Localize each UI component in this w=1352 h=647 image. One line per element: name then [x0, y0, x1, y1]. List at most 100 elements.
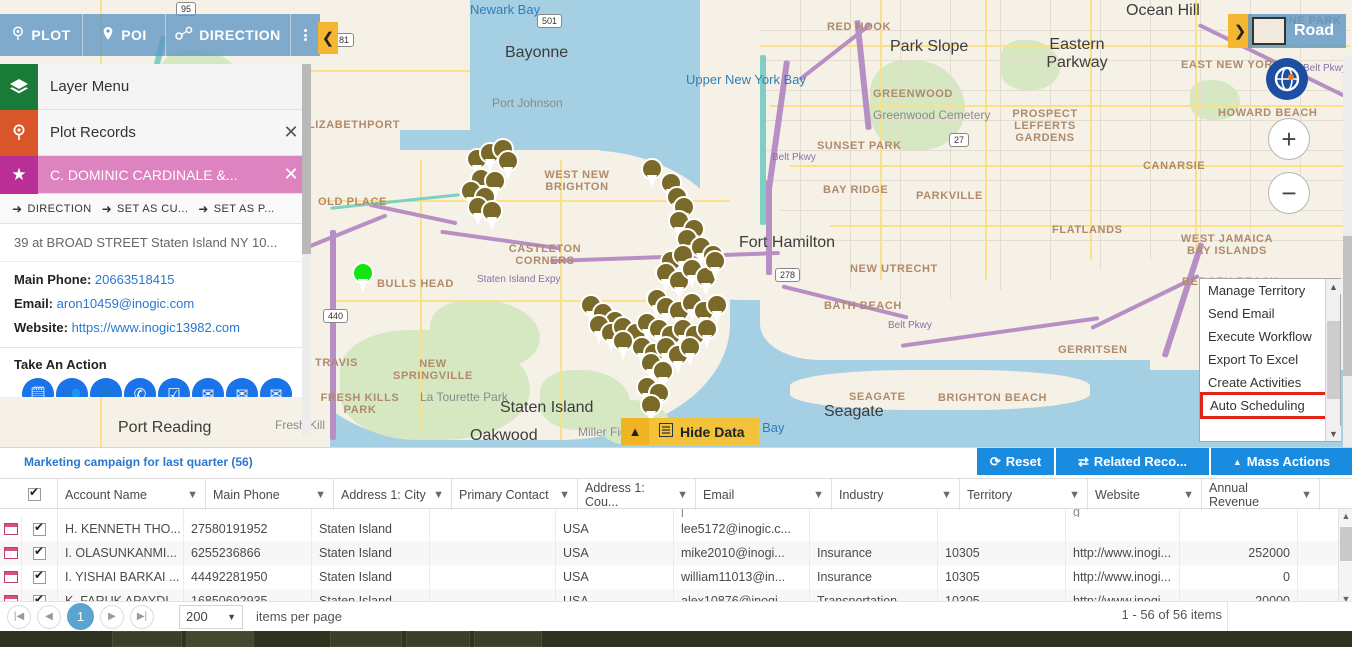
filter-icon[interactable]: ▼	[677, 489, 688, 501]
map-marker-pin[interactable]	[481, 200, 503, 230]
toolbar-poi-label: POI	[121, 27, 147, 43]
filter-icon[interactable]: ▼	[1069, 489, 1080, 501]
record-icon[interactable]	[0, 517, 22, 541]
mass-actions-button[interactable]: ▲ Mass Actions	[1210, 448, 1352, 475]
table-row[interactable]: I. OLASUNKANMI... 6255236866 Staten Island…	[0, 541, 1352, 565]
column-header[interactable]: Account Name ▼	[58, 479, 206, 510]
data-grid: Marketing campaign for last quarter (56)…	[0, 447, 1352, 627]
column-header[interactable]: Address 1: City ▼	[334, 479, 452, 510]
table-row[interactable]: H. KENNETH THO... 27580191952 Staten Islan…	[0, 517, 1352, 541]
next-page-button[interactable]: ▶	[100, 604, 124, 629]
context-menu-item[interactable]: Create Activities	[1200, 371, 1340, 394]
note-icon[interactable]: 🗒	[22, 378, 54, 397]
email-icon[interactable]: ✉	[226, 378, 258, 397]
row-checkbox-cell[interactable]	[22, 541, 58, 565]
phone-call-icon[interactable]: ✆	[124, 378, 156, 397]
action-direction[interactable]: ➜ DIRECTION	[12, 202, 92, 216]
column-header[interactable]: Address 1: Cou... ▼	[578, 479, 696, 510]
row-checkbox[interactable]	[33, 520, 46, 536]
row-checkbox[interactable]	[33, 544, 46, 560]
column-header[interactable]: Annual Revenue ▼	[1202, 479, 1320, 510]
filter-icon[interactable]: ▼	[941, 489, 952, 501]
map-scroll-thumb[interactable]	[1343, 236, 1352, 376]
context-menu-item[interactable]: Execute Workflow	[1200, 325, 1340, 348]
plot-records-row[interactable]: Plot Records ✕	[0, 109, 311, 156]
grid-scroll-up-icon[interactable]: ▲	[1339, 509, 1352, 522]
map-marker-pin[interactable]	[612, 330, 634, 360]
website-value[interactable]: https://www.inogic13982.com	[72, 320, 240, 335]
context-menu-item[interactable]: Export To Excel	[1200, 348, 1340, 371]
left-panel-scroll-thumb[interactable]	[302, 64, 311, 254]
filter-icon[interactable]: ▼	[559, 489, 570, 501]
filter-icon[interactable]: ▼	[315, 489, 326, 501]
record-icon[interactable]	[0, 565, 22, 589]
layer-menu-row[interactable]: Layer Menu	[0, 63, 311, 110]
triangle-up-icon[interactable]: ▲	[1326, 279, 1341, 294]
toolbar-poi-button[interactable]: POI	[83, 14, 166, 56]
row-checkbox[interactable]	[33, 568, 46, 584]
email-icon[interactable]: ✉	[192, 378, 224, 397]
record-icon[interactable]	[0, 541, 22, 565]
column-header[interactable]: Main Phone ▼	[206, 479, 334, 510]
context-menu-item[interactable]: Send Email	[1200, 302, 1340, 325]
selected-marker-pin[interactable]	[352, 262, 374, 292]
page-size-select[interactable]: 200 ▼	[179, 604, 243, 629]
map-marker-pin[interactable]	[704, 250, 726, 280]
column-header[interactable]: Website ▼	[1088, 479, 1202, 510]
filter-icon[interactable]: ▼	[813, 489, 824, 501]
row-checkbox-cell[interactable]	[22, 565, 58, 589]
context-menu-item[interactable]: Auto Scheduling	[1200, 392, 1340, 419]
column-header[interactable]: Primary Contact ▼	[452, 479, 578, 510]
record-action-strip: ➜ DIRECTION ➜ SET AS CU... ➜ SET AS P...	[0, 194, 311, 224]
appointment-icon[interactable]: 👥	[56, 378, 88, 397]
collapse-panel-button[interactable]: ❮	[318, 22, 338, 54]
column-header-label: Main Phone	[213, 487, 280, 502]
view-name-label[interactable]: Marketing campaign for last quarter (56)	[24, 455, 253, 469]
triangle-down-icon[interactable]: ▼	[1326, 426, 1341, 441]
take-an-action-icon-row[interactable]: 🗒 👥 👤 ✆ ☑ ✉ ✉ ✉	[14, 372, 297, 397]
action-set-as-customer[interactable]: ➜ SET AS CU...	[102, 202, 189, 216]
email-value[interactable]: aron10459@inogic.com	[57, 296, 195, 311]
column-header[interactable]: Industry ▼	[832, 479, 960, 510]
filter-icon[interactable]: ▼	[1301, 489, 1312, 501]
context-menu-item[interactable]: Manage Territory	[1200, 279, 1340, 302]
reset-button[interactable]: ⟳ Reset	[976, 448, 1054, 475]
map-type-switch[interactable]: Road	[1248, 14, 1346, 48]
filter-icon[interactable]: ▼	[1183, 489, 1194, 501]
account-header-row[interactable]: ★ C. DOMINIC CARDINALE &... ✕	[0, 155, 311, 194]
grid-vertical-scrollbar[interactable]: ▲ ▼	[1338, 509, 1352, 605]
page-number-button[interactable]: 1	[67, 603, 94, 630]
action-set-as-place[interactable]: ➜ SET AS P...	[198, 202, 274, 216]
select-all-checkbox[interactable]	[28, 485, 41, 501]
task-icon[interactable]: ☑	[158, 378, 190, 397]
filter-icon[interactable]: ▼	[187, 489, 198, 501]
related-records-button[interactable]: ⇄ Related Reco...	[1055, 448, 1209, 475]
zoom-in-button[interactable]: +	[1268, 118, 1310, 160]
column-header[interactable]: Territory ▼	[960, 479, 1088, 510]
map-marker-pin[interactable]	[679, 336, 701, 366]
first-page-button[interactable]: |◀	[7, 604, 31, 629]
left-panel-scrollbar[interactable]	[302, 64, 311, 436]
globe-icon[interactable]	[1266, 58, 1308, 100]
next-page-icon: ▶	[108, 611, 116, 622]
select-all-header[interactable]	[0, 479, 58, 510]
grid-scroll-thumb[interactable]	[1340, 527, 1352, 561]
cell-value: lee5172@inogic.c...	[681, 522, 791, 536]
email-icon[interactable]: ✉	[260, 378, 292, 397]
main-phone-value[interactable]: 20663518415	[95, 272, 175, 287]
hide-data-button[interactable]: ▲ Hide Data	[621, 418, 759, 445]
row-checkbox-cell[interactable]	[22, 517, 58, 541]
table-row[interactable]: I. YISHAI BARKAI ... 44492281950 Staten Is…	[0, 565, 1352, 589]
context-menu-scrollbar[interactable]: ▲ ▼	[1325, 279, 1341, 441]
last-page-button[interactable]: ▶|	[130, 604, 154, 629]
context-menu-scroll-thumb[interactable]	[1327, 321, 1340, 399]
column-header[interactable]: Email ▼	[696, 479, 832, 510]
prev-page-button[interactable]: ◀	[37, 604, 61, 629]
map-vertical-scrollbar[interactable]	[1343, 56, 1352, 447]
toolbar-plot-button[interactable]: PLOT	[0, 14, 83, 56]
toolbar-more-button[interactable]	[291, 14, 320, 56]
meeting-icon[interactable]: 👤	[90, 378, 122, 397]
toolbar-direction-button[interactable]: DIRECTION	[166, 14, 291, 56]
filter-icon[interactable]: ▼	[433, 489, 444, 501]
zoom-out-button[interactable]: −	[1268, 172, 1310, 214]
